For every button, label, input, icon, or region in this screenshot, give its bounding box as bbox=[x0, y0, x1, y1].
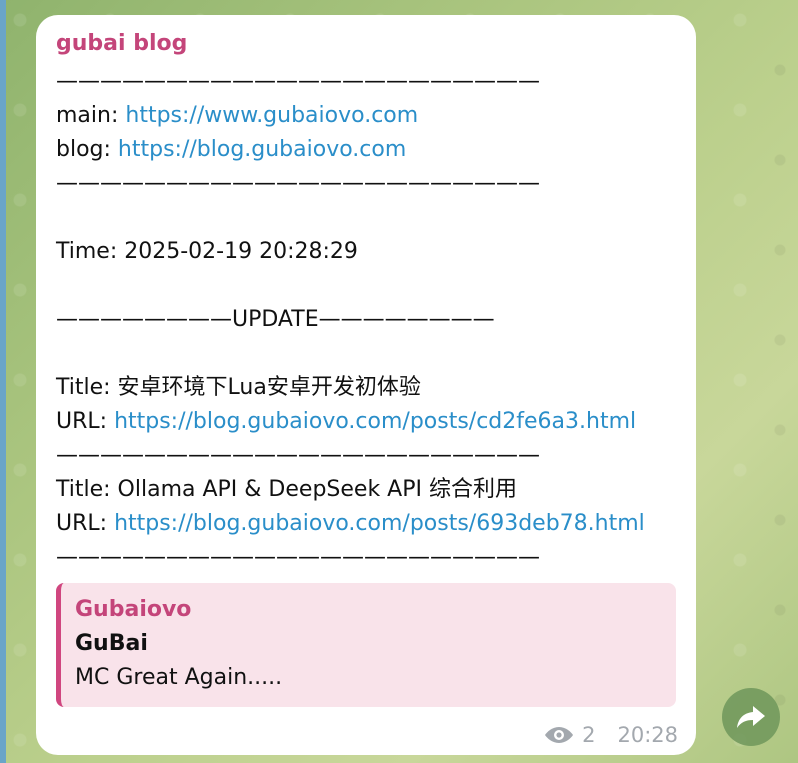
divider-line: —————————————————————— bbox=[56, 443, 540, 468]
sender-name[interactable]: gubai blog bbox=[56, 31, 187, 56]
quote-text: MC Great Again..... bbox=[75, 665, 283, 690]
quote-source: Gubaiovo bbox=[75, 597, 192, 622]
time-line: Time: 2025-02-19 20:28:29 bbox=[56, 239, 358, 264]
message-body: —————————————————————— main: https://www… bbox=[56, 65, 645, 575]
post-title-2: Title: Ollama API & DeepSeek API 综合利用 bbox=[56, 477, 517, 502]
post-url-line-2: URL: https://blog.gubaiovo.com/posts/693… bbox=[56, 511, 645, 536]
bubble-tail bbox=[56, 725, 86, 747]
divider-line: —————————————————————— bbox=[56, 545, 540, 570]
main-link[interactable]: https://www.gubaiovo.com bbox=[125, 103, 418, 128]
post-title-1: Title: 安卓环境下Lua安卓开发初体验 bbox=[56, 375, 421, 400]
eye-icon bbox=[545, 727, 574, 743]
divider-line: —————————————————————— bbox=[56, 171, 540, 196]
view-count: 2 bbox=[582, 723, 596, 747]
main-link-line: main: https://www.gubaiovo.com bbox=[56, 103, 419, 128]
update-heading: ————————UPDATE———————— bbox=[56, 307, 495, 332]
post-link-2[interactable]: https://blog.gubaiovo.com/posts/693deb78… bbox=[114, 511, 645, 536]
message-bubble[interactable]: gubai blog —————————————————————— main: … bbox=[36, 15, 696, 755]
post-url-line-1: URL: https://blog.gubaiovo.com/posts/cd2… bbox=[56, 409, 637, 434]
quote-heading: GuBai bbox=[75, 631, 148, 656]
blog-link[interactable]: https://blog.gubaiovo.com bbox=[118, 137, 406, 162]
message-time: 20:28 bbox=[617, 723, 678, 747]
share-button[interactable] bbox=[722, 688, 780, 746]
share-arrow-icon bbox=[737, 706, 765, 728]
message-meta: 2 20:28 bbox=[544, 723, 678, 747]
blog-link-line: blog: https://blog.gubaiovo.com bbox=[56, 137, 407, 162]
post-link-1[interactable]: https://blog.gubaiovo.com/posts/cd2fe6a3… bbox=[114, 409, 636, 434]
quoted-preview[interactable]: Gubaiovo GuBai MC Great Again..... bbox=[56, 583, 676, 707]
divider-line: —————————————————————— bbox=[56, 69, 540, 94]
window-edge bbox=[0, 0, 6, 763]
